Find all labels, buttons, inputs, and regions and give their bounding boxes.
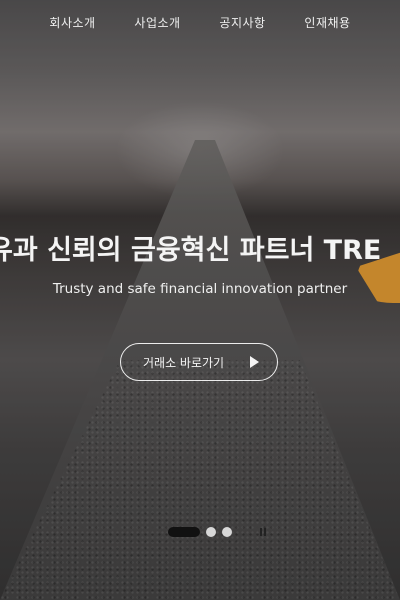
- slide-dot-1-active[interactable]: [168, 527, 200, 537]
- hero-subline: Trusty and safe financial innovation par…: [52, 281, 348, 297]
- slide-dot-2[interactable]: [206, 527, 216, 537]
- main-nav: 회사소개 사업소개 공지사항 인재채용: [0, 14, 400, 34]
- play-arrow-icon: [250, 356, 259, 368]
- pause-icon[interactable]: [260, 528, 266, 536]
- exchange-link-label: 거래소 바로가기: [143, 355, 225, 370]
- slide-dot-3[interactable]: [222, 527, 232, 537]
- nav-item-notice[interactable]: 공지사항: [219, 14, 265, 34]
- nav-item-business[interactable]: 사업소개: [134, 14, 180, 34]
- slide-pager: [168, 526, 266, 538]
- nav-item-company[interactable]: 회사소개: [49, 14, 95, 34]
- hero-headline: 유과 신뢰의 금융혁신 파트너 TRE: [0, 235, 382, 266]
- exchange-link-button[interactable]: 거래소 바로가기: [120, 343, 278, 381]
- hero-overlay: [0, 0, 400, 600]
- nav-item-careers[interactable]: 인재채용: [304, 14, 350, 34]
- hero-banner: 회사소개 사업소개 공지사항 인재채용 유과 신뢰의 금융혁신 파트너 TRE …: [0, 0, 400, 600]
